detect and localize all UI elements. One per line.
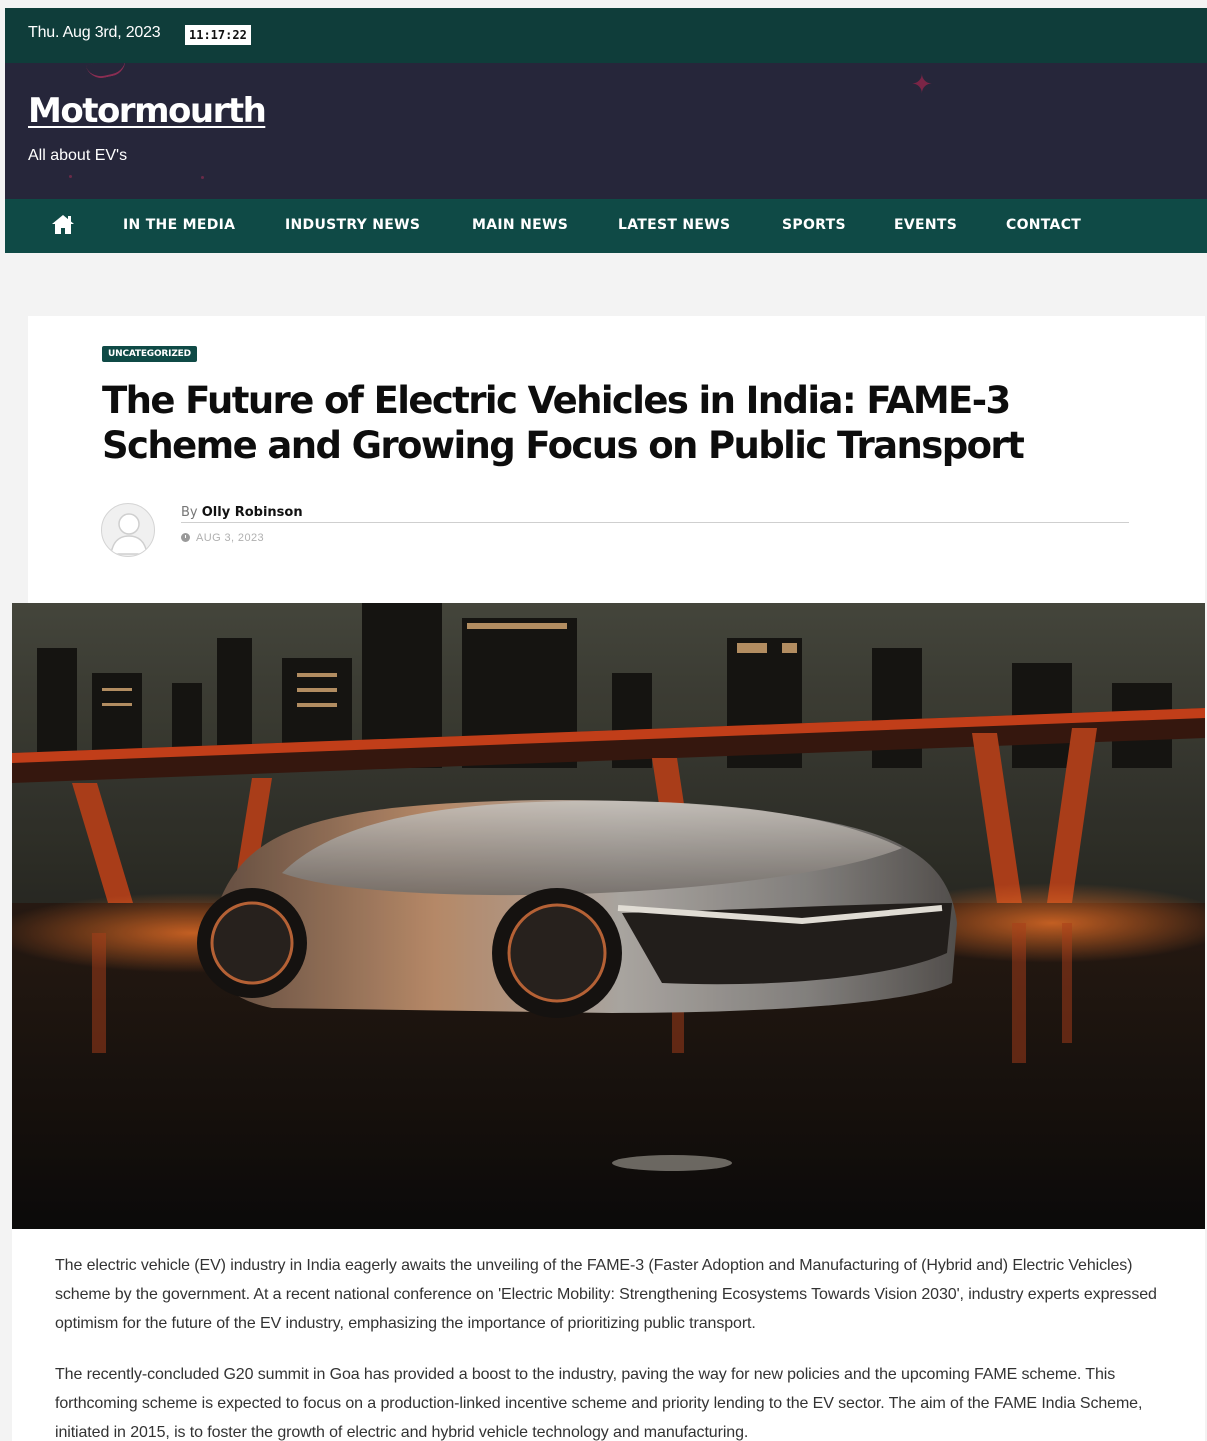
- nav-item-in-the-media[interactable]: IN THE MEDIA: [123, 217, 235, 233]
- current-time: 11:17:22: [185, 25, 251, 45]
- article-header-card: UNCATEGORIZED The Future of Electric Veh…: [28, 316, 1205, 606]
- category-badge[interactable]: UNCATEGORIZED: [102, 346, 197, 362]
- nav-item-contact[interactable]: CONTACT: [1006, 217, 1081, 233]
- decorative-dot: [69, 175, 72, 178]
- home-icon-graphic: [52, 215, 74, 234]
- nav-item-events[interactable]: EVENTS: [894, 217, 957, 233]
- current-date: Thu. Aug 3rd, 2023: [28, 24, 161, 41]
- decorative-dot: [201, 176, 204, 179]
- site-title-link[interactable]: Motormourth: [28, 91, 267, 131]
- article-body: The electric vehicle (EV) industry in In…: [12, 1229, 1205, 1441]
- clock-icon: [181, 533, 190, 542]
- site-header: ✦ Motormourth All about EV's: [5, 63, 1207, 199]
- nav-item-latest-news[interactable]: LATEST NEWS: [618, 217, 730, 233]
- sparkle-icon: ✦: [911, 69, 933, 99]
- article-paragraph: The electric vehicle (EV) industry in In…: [55, 1257, 1157, 1332]
- home-icon[interactable]: [51, 213, 75, 235]
- author-link[interactable]: Olly Robinson: [202, 505, 303, 520]
- post-date-text: AUG 3, 2023: [196, 532, 264, 544]
- post-date: AUG 3, 2023: [181, 532, 264, 544]
- futuristic-car-image: [12, 603, 1205, 1229]
- top-bar: Thu. Aug 3rd, 2023 11:17:22: [5, 8, 1207, 63]
- article-paragraph: The recently-concluded G20 summit in Goa…: [55, 1366, 1143, 1441]
- main-navigation: IN THE MEDIA INDUSTRY NEWS MAIN NEWS LAT…: [5, 199, 1207, 253]
- nav-item-main-news[interactable]: MAIN NEWS: [472, 217, 568, 233]
- featured-image: [12, 603, 1205, 1229]
- avatar-placeholder-icon: [110, 513, 148, 555]
- nav-item-sports[interactable]: SPORTS: [782, 217, 846, 233]
- byline: By Olly Robinson: [181, 505, 1129, 523]
- nav-item-industry-news[interactable]: INDUSTRY NEWS: [285, 217, 420, 233]
- byline-prefix: By: [181, 505, 202, 520]
- site-tagline: All about EV's: [28, 147, 128, 164]
- author-avatar[interactable]: [101, 503, 155, 557]
- article-title: The Future of Electric Vehicles in India…: [102, 379, 1025, 467]
- decorative-swoosh: [85, 63, 129, 81]
